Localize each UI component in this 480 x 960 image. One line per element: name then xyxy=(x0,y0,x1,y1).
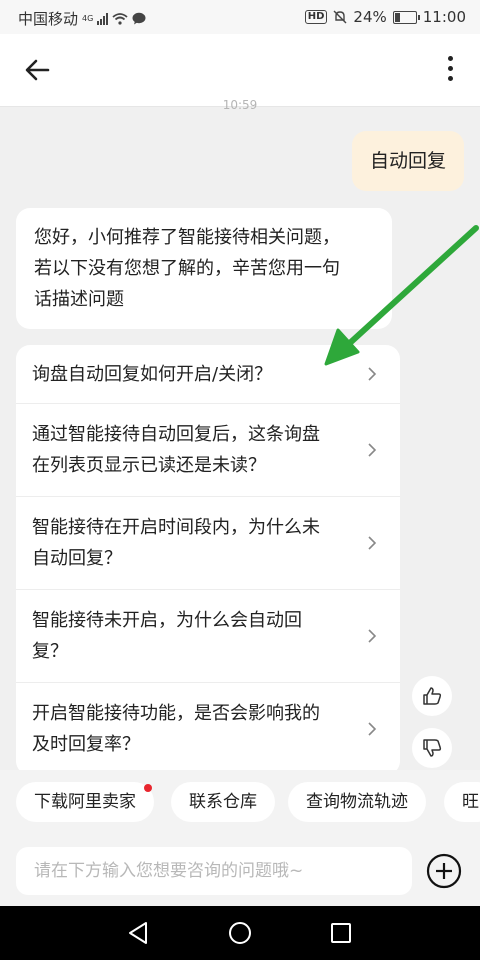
question-text: 智能接待在开启时间段内，为什么未 xyxy=(32,517,320,538)
user-message-bubble: 自动回复 xyxy=(351,131,464,191)
battery-icon xyxy=(392,10,420,24)
notification-dot xyxy=(144,784,152,792)
question-text: 复？ xyxy=(32,641,68,662)
back-triangle-icon[interactable] xyxy=(124,918,154,948)
plus-circle-icon[interactable] xyxy=(426,853,462,889)
status-bar: 中国移动 4G HD 24% 11:00 xyxy=(0,0,480,34)
chevron-right-icon xyxy=(368,629,377,643)
arrow-left-icon[interactable] xyxy=(22,54,54,86)
question-item[interactable]: 通过智能接待自动回复后，这条询盘 在列表页显示已读还是未读？ xyxy=(16,404,400,497)
thumbs-down-icon[interactable] xyxy=(412,728,452,768)
chevron-right-icon xyxy=(368,536,377,550)
input-bar: 请在下方输入您想要咨询的问题哦~ xyxy=(0,834,480,906)
question-text: 通过智能接待自动回复后，这条询盘 xyxy=(32,424,320,445)
chip-label: 查询物流轨迹 xyxy=(306,792,408,812)
quick-action-download-seller[interactable]: 下载阿里卖家 xyxy=(16,782,154,822)
bot-intro-line: 话描述问题 xyxy=(34,289,124,310)
question-text: 及时回复率？ xyxy=(32,734,140,755)
app-header xyxy=(0,34,480,107)
home-circle-icon[interactable] xyxy=(225,918,255,948)
chip-label: 旺 xyxy=(462,792,479,812)
chevron-right-icon xyxy=(368,443,377,457)
thumbs-up-icon[interactable] xyxy=(412,676,452,716)
message-timestamp: 10:59 xyxy=(222,98,258,112)
question-text: 在列表页显示已读还是未读？ xyxy=(32,455,266,476)
network-type: 4G xyxy=(82,14,94,23)
question-input[interactable]: 请在下方输入您想要咨询的问题哦~ xyxy=(16,847,412,895)
bot-intro-line: 若以下没有您想了解的，辛苦您用一句 xyxy=(34,258,340,279)
question-item[interactable]: 开启智能接待功能，是否会影响我的 及时回复率？ xyxy=(16,683,400,775)
clock: 11:00 xyxy=(422,8,466,26)
battery-percent: 24% xyxy=(353,8,387,26)
mute-bell-icon xyxy=(333,10,347,24)
hd-icon: HD xyxy=(304,10,328,24)
question-text: 开启智能接待功能，是否会影响我的 xyxy=(32,703,320,724)
question-text: 询盘自动回复如何开启/关闭？ xyxy=(32,363,273,385)
more-vertical-icon[interactable] xyxy=(440,56,460,86)
question-item[interactable]: 智能接待未开启，为什么会自动回 复？ xyxy=(16,590,400,683)
question-item[interactable]: 询盘自动回复如何开启/关闭？ xyxy=(16,345,400,404)
suggested-questions-list: 询盘自动回复如何开启/关闭？ 通过智能接待自动回复后，这条询盘 在列表页显示已读… xyxy=(16,345,400,775)
question-text: 智能接待未开启，为什么会自动回 xyxy=(32,610,302,631)
system-nav-bar xyxy=(0,906,480,960)
chevron-right-icon xyxy=(368,722,377,736)
quick-action-track-logistics[interactable]: 查询物流轨迹 xyxy=(288,782,426,822)
bot-intro-bubble: 您好，小何推荐了智能接待相关问题， 若以下没有您想了解的，辛苦您用一句 话描述问… xyxy=(16,208,392,329)
recents-square-icon[interactable] xyxy=(326,918,356,948)
chevron-right-icon xyxy=(368,367,377,381)
carrier-label: 中国移动 xyxy=(18,10,79,28)
quick-action-partial[interactable]: 旺 xyxy=(444,782,480,822)
message-icon xyxy=(132,12,146,25)
question-text: 自动回复？ xyxy=(32,548,122,569)
wifi-icon xyxy=(112,12,128,25)
question-item[interactable]: 智能接待在开启时间段内，为什么未 自动回复？ xyxy=(16,497,400,590)
bot-intro-line: 您好，小何推荐了智能接待相关问题， xyxy=(34,227,340,248)
signal-icon xyxy=(97,12,109,25)
quick-action-contact-warehouse[interactable]: 联系仓库 xyxy=(171,782,275,822)
chip-label: 联系仓库 xyxy=(189,792,257,812)
chip-label: 下载阿里卖家 xyxy=(34,792,136,812)
quick-actions-bar: 下载阿里卖家 联系仓库 查询物流轨迹 旺 xyxy=(0,770,480,834)
